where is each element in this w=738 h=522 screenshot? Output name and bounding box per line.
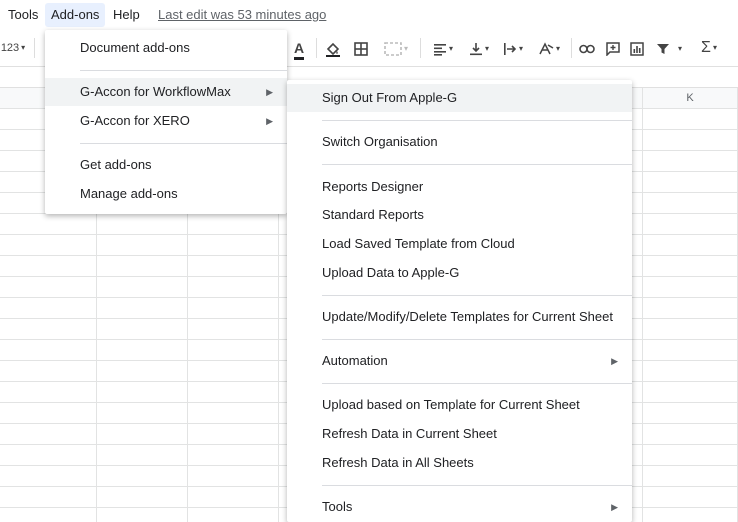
menu-item-label: Refresh Data in All Sheets: [322, 455, 474, 470]
menu-item-label: Update/Modify/Delete Templates for Curre…: [322, 309, 613, 324]
vertical-align-button[interactable]: ▾: [464, 30, 494, 66]
horizontal-align-button[interactable]: ▾: [428, 30, 458, 66]
menu-item-document-addons[interactable]: Document add-ons: [45, 34, 287, 62]
filter-icon: [656, 44, 669, 55]
menu-item-label: Document add-ons: [80, 40, 190, 55]
menu-help[interactable]: Help: [107, 3, 146, 27]
menu-addons[interactable]: Add-ons: [45, 3, 106, 27]
menu-divider: [80, 143, 287, 144]
chevron-down-icon: ▾: [677, 44, 682, 54]
align-left-icon: [433, 44, 446, 56]
submenu-arrow-icon: ▶: [611, 502, 618, 512]
text-color-icon: A: [293, 39, 305, 60]
grid-column-line: [642, 88, 643, 522]
menu-item-upload-data[interactable]: Upload Data to Apple-G: [287, 259, 632, 287]
filter-button[interactable]: ▾: [652, 30, 686, 66]
text-wrap-icon: [503, 43, 517, 56]
text-wrap-button[interactable]: ▾: [498, 30, 528, 66]
sigma-icon: Σ: [701, 39, 711, 57]
menu-item-label: G-Accon for XERO: [80, 113, 190, 128]
text-rotation-icon: [539, 42, 554, 55]
chevron-down-icon: ▾: [403, 44, 408, 54]
menu-item-label: Manage add-ons: [80, 186, 178, 201]
last-edit-link[interactable]: Last edit was 53 minutes ago: [158, 3, 326, 27]
menu-item-gaccon-xero[interactable]: G-Accon for XERO ▶: [45, 107, 287, 135]
submenu-arrow-icon: ▶: [266, 116, 273, 126]
menu-item-update-templates[interactable]: Update/Modify/Delete Templates for Curre…: [287, 303, 632, 331]
menu-item-load-saved-template[interactable]: Load Saved Template from Cloud: [287, 230, 632, 258]
chevron-down-icon: ▾: [21, 43, 26, 53]
column-header-k[interactable]: K: [642, 88, 738, 108]
insert-comment-icon[interactable]: [602, 30, 624, 66]
menu-divider: [322, 339, 632, 340]
menu-divider: [322, 295, 632, 296]
insert-link-icon[interactable]: [576, 30, 598, 66]
menu-item-label: Upload Data to Apple-G: [322, 265, 460, 280]
menu-item-label: Refresh Data in Current Sheet: [322, 426, 497, 441]
menu-item-label: Standard Reports: [322, 207, 424, 222]
submenu-arrow-icon: ▶: [611, 356, 618, 366]
menu-divider: [322, 383, 632, 384]
merge-cells-button[interactable]: ▾: [378, 30, 414, 66]
menu-item-gaccon-workflowmax[interactable]: G-Accon for WorkflowMax ▶: [45, 78, 287, 106]
toolbar-divider: [34, 38, 35, 58]
menu-divider: [322, 120, 632, 121]
chevron-down-icon: ▾: [712, 43, 717, 52]
menu-item-label: Tools: [322, 499, 353, 514]
chevron-down-icon: ▾: [448, 44, 453, 54]
format-number-label: 123: [0, 42, 20, 54]
menu-item-get-addons[interactable]: Get add-ons: [45, 151, 287, 179]
menu-item-label: Automation: [322, 353, 388, 368]
toolbar-divider: [316, 38, 317, 58]
menu-divider: [80, 70, 287, 71]
functions-button[interactable]: Σ ▾: [694, 30, 724, 66]
align-bottom-icon: [469, 43, 482, 56]
text-color-button[interactable]: A: [288, 30, 310, 66]
menu-item-upload-based-on-template[interactable]: Upload based on Template for Current She…: [287, 391, 632, 419]
chevron-down-icon: ▾: [518, 44, 523, 54]
toolbar-divider: [420, 38, 421, 58]
format-number-button[interactable]: 123 ▾: [0, 30, 26, 66]
addons-menu: Document add-ons G-Accon for WorkflowMax…: [45, 30, 287, 214]
text-rotation-button[interactable]: ▾: [532, 30, 566, 66]
chevron-down-icon: ▾: [484, 44, 489, 54]
menu-item-reports-designer[interactable]: Reports Designer: [287, 173, 632, 201]
menu-item-refresh-current-sheet[interactable]: Refresh Data in Current Sheet: [287, 420, 632, 448]
menu-item-label: Reports Designer: [322, 179, 424, 194]
menu-divider: [322, 164, 632, 165]
chevron-down-icon: ▾: [555, 44, 560, 54]
insert-chart-icon[interactable]: [626, 30, 648, 66]
menu-item-label: Switch Organisation: [322, 134, 438, 149]
menu-item-automation[interactable]: Automation ▶: [287, 347, 632, 375]
borders-icon[interactable]: [350, 30, 372, 66]
menu-item-label: Load Saved Template from Cloud: [322, 236, 515, 251]
menu-item-label: Sign Out From Apple-G: [322, 90, 458, 105]
menu-item-refresh-all-sheets[interactable]: Refresh Data in All Sheets: [287, 449, 632, 477]
menu-item-label: G-Accon for WorkflowMax: [80, 84, 231, 99]
gaccon-workflowmax-submenu: Sign Out From Apple-G Switch Organisatio…: [287, 80, 632, 522]
menu-item-label: Upload based on Template for Current She…: [322, 397, 580, 412]
menu-item-standard-reports[interactable]: Standard Reports: [287, 201, 632, 229]
menu-divider: [322, 485, 632, 486]
menu-item-label: Get add-ons: [80, 157, 152, 172]
submenu-arrow-icon: ▶: [266, 87, 273, 97]
menu-item-tools[interactable]: Tools ▶: [287, 493, 632, 521]
menubar: Tools Add-ons Help Last edit was 53 minu…: [0, 0, 738, 30]
menu-item-switch-organisation[interactable]: Switch Organisation: [287, 128, 632, 156]
menu-item-sign-out[interactable]: Sign Out From Apple-G: [287, 84, 632, 112]
fill-color-icon[interactable]: [322, 30, 344, 66]
menu-tools[interactable]: Tools: [2, 3, 44, 27]
toolbar-divider: [571, 38, 572, 58]
menu-item-manage-addons[interactable]: Manage add-ons: [45, 180, 287, 208]
